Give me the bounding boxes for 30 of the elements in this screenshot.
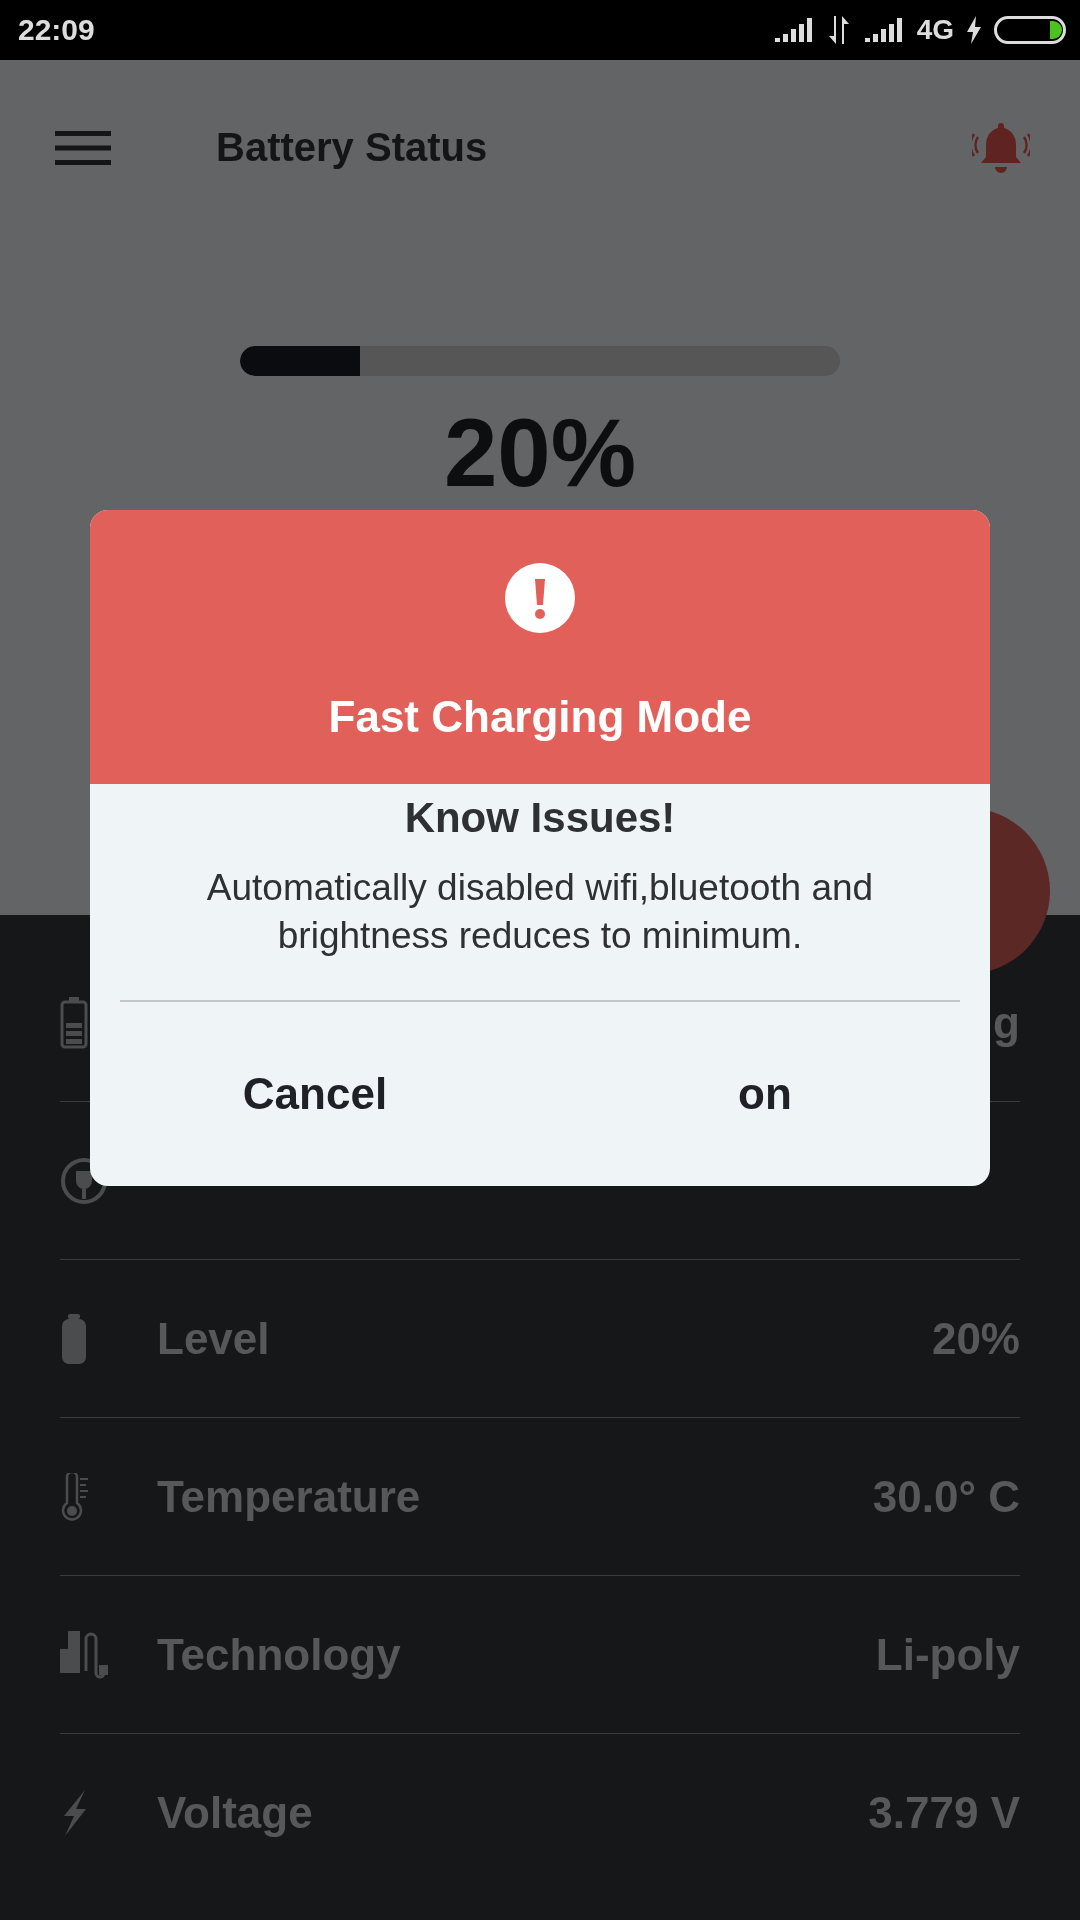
charger-icon: [60, 1630, 108, 1679]
plug-icon: [60, 1156, 108, 1205]
detail-label: Technology: [157, 1629, 401, 1680]
network-type: 4G: [916, 14, 954, 46]
detail-value: 3.779 V: [868, 1787, 1020, 1838]
menu-icon[interactable]: [55, 130, 111, 165]
clock-time: 22:09: [18, 13, 95, 47]
battery-icon: [60, 996, 88, 1049]
detail-label: Voltage: [157, 1787, 313, 1838]
detail-value: 20%: [931, 1313, 1020, 1364]
battery-cell-icon: [60, 1313, 88, 1364]
detail-value: Li-poly: [875, 1629, 1020, 1680]
detail-label: Temperature: [157, 1471, 421, 1522]
battery-icon: [994, 16, 1066, 44]
alert-icon: [505, 563, 575, 633]
dialog-message: Automatically disabled wifi,bluetooth and brightness reduces to minimum.: [205, 866, 875, 958]
dialog-heading: Know Issues!: [404, 794, 676, 842]
signal-icon: [774, 18, 815, 42]
battery-percent: 20%: [443, 398, 637, 508]
dialog-button[interactable]: on: [540, 1002, 990, 1186]
app-title: Battery Status: [216, 125, 489, 170]
signal-icon: [864, 18, 905, 42]
detail-value: g: [993, 997, 1020, 1048]
dialog-title: Fast Charging Mode: [328, 692, 752, 742]
thermometer-icon: [60, 1472, 90, 1521]
dialog-button[interactable]: Cancel: [90, 1002, 540, 1186]
detail-label: Level: [157, 1313, 270, 1364]
detail-value: 30.0° C: [872, 1471, 1020, 1522]
bell-icon[interactable]: [972, 120, 1030, 175]
charging-icon: [966, 16, 982, 44]
